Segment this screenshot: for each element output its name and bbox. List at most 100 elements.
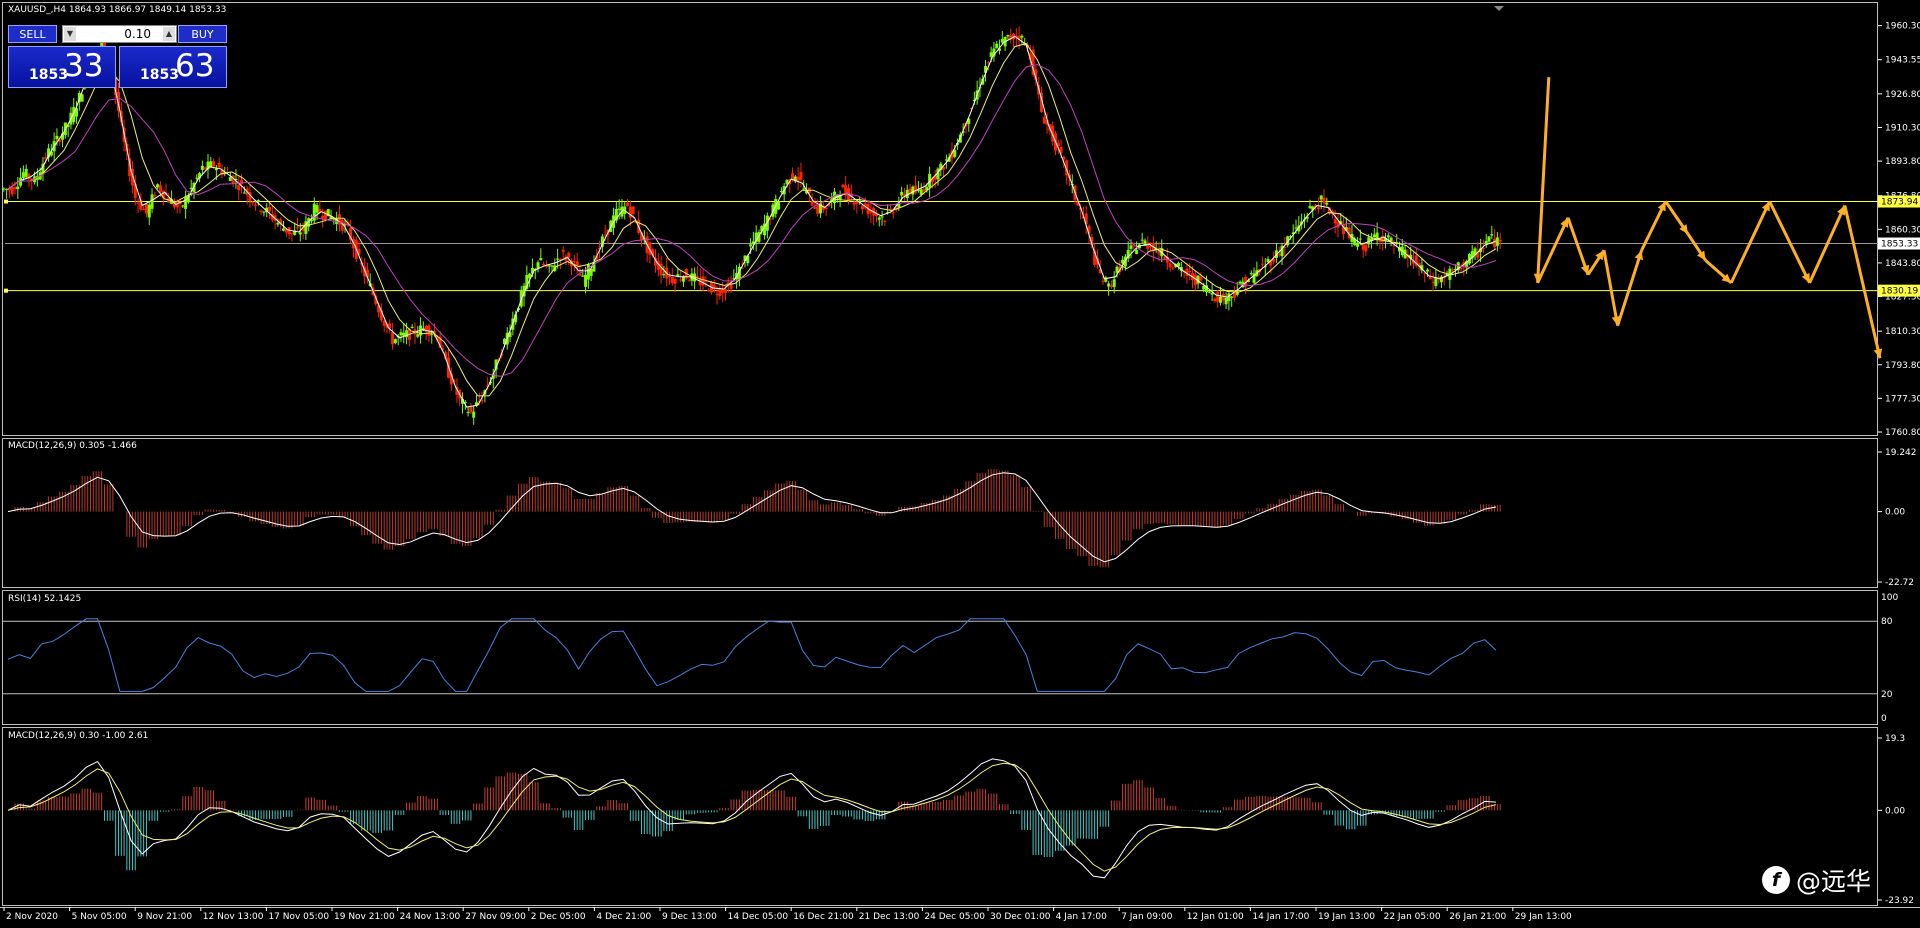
candle-body [1294,227,1298,229]
candle-body [631,206,635,215]
candle-body [1112,279,1116,287]
candle-body [701,276,705,286]
candle-body [1358,238,1362,240]
candle-body [1199,277,1203,281]
candle-body [5,189,9,191]
time-axis-label: 9 Dec 13:00 [662,912,717,922]
candle-body [911,186,915,195]
price-axis-label: 1910.30 [1885,123,1920,133]
candle-body [212,161,216,167]
candle-body [321,216,325,219]
candle-body [1140,239,1144,241]
candle-body [1425,269,1429,272]
zigzag-segment [1536,77,1551,283]
macd2-signal-line [7,762,1497,872]
support-handle [4,288,8,293]
lot-size-field: ▼ ▲ [62,25,177,43]
candle-body [399,332,403,336]
pane-frame [2,2,1878,436]
candle-body [723,289,727,293]
candle-body [1042,116,1046,124]
candle-body [1216,292,1220,302]
candle-body [1434,277,1438,286]
candle-body [626,202,630,206]
candle-body [1498,240,1502,242]
candle-body [214,168,218,171]
time-axis-label: 26 Jan 21:00 [1449,912,1506,922]
candle-body [581,275,585,277]
candle-body [1221,293,1225,301]
candle-body [315,205,319,213]
candle-body [687,280,691,282]
candle-body [393,339,397,344]
lot-decrease-icon[interactable]: ▼ [64,27,76,41]
candle-body [1000,38,1004,43]
candle-body [181,205,185,207]
candle-body [1484,241,1488,244]
candle-body [430,334,434,336]
candle-body [718,289,722,297]
candle-body [813,207,817,209]
candle-body [1249,273,1253,275]
candle-body [673,279,677,284]
candle-body [472,411,476,418]
zigzag-arrowhead [1634,250,1644,261]
candle-body [1146,242,1150,249]
price-axis-label: 1810.30 [1885,327,1920,337]
candle-body [1006,35,1010,37]
sell-button[interactable]: SELL [8,25,57,43]
candle-body [55,135,59,140]
macd1-axis-label: -22.72 [1885,578,1914,588]
candle-body [237,185,241,191]
candle-body [547,265,551,267]
rsi-axis-label: 100 [1881,593,1898,603]
candle-body [550,265,554,267]
time-axis-label: 27 Nov 09:00 [465,912,526,922]
candle-body [200,165,204,170]
candle-body [1135,249,1139,254]
candle-body [749,244,753,247]
candle-body [852,202,856,205]
candle-body [1101,280,1105,282]
macd1-axis-label: 0.00 [1885,508,1905,518]
lot-size-input[interactable] [77,26,155,42]
candle-body [1372,234,1376,238]
zigzag-segment [1729,200,1771,284]
buy-button[interactable]: BUY [178,25,227,43]
buy-quote[interactable]: 1853 63 [119,46,227,88]
lot-increase-icon[interactable]: ▲ [163,27,175,41]
candle-body [679,279,683,281]
candle-body [1386,235,1390,238]
rsi-axis-label: 20 [1881,690,1893,700]
price-axis-label: 1943.55 [1885,56,1920,66]
candle-body [1260,263,1264,265]
pane-frame [2,590,1878,725]
candle-body [1238,281,1242,284]
candle-body [295,227,299,229]
time-axis-label: 24 Nov 13:00 [400,912,461,922]
candle-body [184,196,188,209]
price-axis-label: 1760.80 [1885,428,1920,438]
watermark: f @远华 [1762,862,1871,898]
candle-body [16,186,20,190]
symbol-header: XAUUSD_,H4 1864.93 1866.97 1849.14 1853.… [8,5,227,15]
candle-body [810,201,814,206]
price-axis-label: 1793.80 [1885,361,1920,371]
candle-body [290,232,294,234]
candle-body [1107,283,1111,287]
resistance-handle [4,199,8,204]
candle-body [262,211,266,213]
sell-quote[interactable]: 1853 33 [8,46,116,88]
candle-body [1459,268,1463,270]
chart-canvas[interactable]: 1960.301943.551926.801910.301893.801876.… [0,0,1920,928]
zigzag-segment [1602,250,1620,326]
ma-fast-line [7,35,1497,408]
macd1-label: MACD(12,26,9) 0.305 -1.466 [8,441,137,451]
candle-body [147,204,151,218]
time-axis-label: 2 Nov 2020 [6,912,58,922]
macd2-axis-label: -23.92 [1885,896,1914,906]
time-axis-label: 9 Nov 21:00 [137,912,192,922]
candle-body [203,167,207,170]
forecast-zigzag [1533,77,1883,359]
resistance-price-tag: 1873.94 [1881,198,1918,208]
